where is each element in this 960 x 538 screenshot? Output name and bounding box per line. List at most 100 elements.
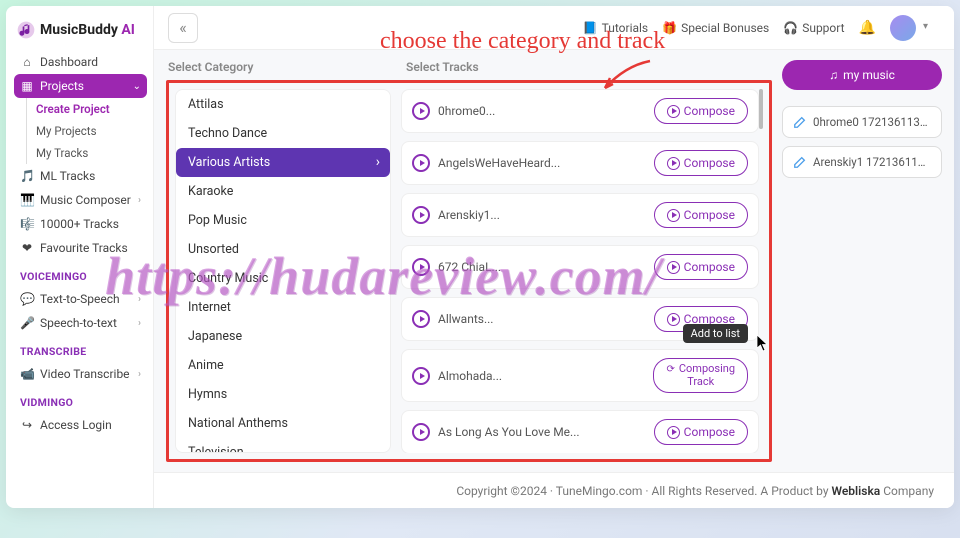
nav-ml-tracks[interactable]: 🎵 ML Tracks: [14, 164, 147, 188]
my-music-item[interactable]: 0hrome0 1721361133...: [782, 106, 942, 138]
nav-access-login[interactable]: ↪ Access Login: [14, 413, 147, 437]
compose-button[interactable]: Compose: [654, 419, 748, 445]
track-list[interactable]: 0hrome0... Compose AngelsWeHaveHeard... Com…: [401, 89, 763, 453]
tooltip-add-to-list: Add to list: [683, 324, 748, 343]
logo-icon: [16, 20, 36, 40]
button-label: Compose: [684, 208, 735, 222]
category-item[interactable]: Various Artists: [176, 148, 390, 177]
play-icon[interactable]: [412, 154, 430, 172]
category-item[interactable]: Japanese: [176, 322, 390, 351]
nav-my-projects[interactable]: My Projects: [36, 120, 147, 142]
nav-my-tracks[interactable]: My Tracks: [36, 142, 147, 164]
play-icon: [667, 261, 680, 274]
annotation-highlight-box: AttilasTechno DanceVarious ArtistsKaraok…: [166, 80, 772, 462]
nav-label: Access Login: [40, 418, 112, 432]
button-label: Compose: [684, 425, 735, 439]
login-icon: ↪: [20, 418, 34, 432]
play-icon[interactable]: [412, 102, 430, 120]
heart-icon: ❤: [20, 241, 34, 255]
my-music-item[interactable]: Arenskiy1 1721361136...: [782, 146, 942, 178]
gift-icon: 🎁: [662, 21, 677, 35]
heading-category: Select Category: [168, 60, 394, 74]
nav-label: Dashboard: [40, 55, 98, 69]
link-label: Special Bonuses: [681, 21, 769, 35]
chevron-right-icon: ›: [138, 294, 141, 305]
bonuses-link[interactable]: 🎁 Special Bonuses: [662, 21, 769, 35]
category-item[interactable]: Hymns: [176, 380, 390, 409]
compose-button[interactable]: Compose: [654, 150, 748, 176]
play-icon[interactable]: [412, 310, 430, 328]
category-item[interactable]: National Anthems: [176, 409, 390, 438]
track-name: 672 ChiaL...: [438, 260, 646, 274]
scrollbar-thumb[interactable]: [759, 89, 763, 129]
user-avatar-menu[interactable]: [890, 15, 916, 41]
link-label: Support: [802, 21, 844, 35]
chevron-right-icon: ›: [138, 318, 141, 329]
category-item[interactable]: Karaoke: [176, 177, 390, 206]
spinner-icon: ⟳: [666, 364, 674, 376]
track-name: Allwants...: [438, 312, 646, 326]
piano-icon: 🎹: [20, 193, 34, 207]
track-name: 0hrome0...: [438, 104, 646, 118]
chevron-double-left-icon: «: [179, 18, 187, 37]
play-icon[interactable]: [412, 206, 430, 224]
category-item[interactable]: Unsorted: [176, 235, 390, 264]
nav-create-project[interactable]: Create Project: [36, 98, 147, 120]
play-icon[interactable]: [412, 423, 430, 441]
compose-button[interactable]: ⟳ComposingTrack: [653, 358, 748, 393]
nav-video-transcribe[interactable]: 📹 Video Transcribe ›: [14, 362, 147, 386]
play-icon: [667, 105, 680, 118]
category-item[interactable]: Television: [176, 438, 390, 453]
bell-icon: 🔔: [859, 20, 876, 36]
category-item[interactable]: Techno Dance: [176, 119, 390, 148]
support-link[interactable]: 🎧 Support: [783, 21, 844, 35]
track-name: Almohada...: [438, 369, 645, 383]
category-list[interactable]: AttilasTechno DanceVarious ArtistsKaraok…: [175, 89, 391, 453]
sidebar: MusicBuddy AI ⌂ Dashboard ▦ Projects ⌄ C…: [6, 6, 154, 508]
track-name: AngelsWeHaveHeard...: [438, 156, 646, 170]
nav-favourite-tracks[interactable]: ❤ Favourite Tracks: [14, 236, 147, 260]
category-item[interactable]: Country Music: [176, 264, 390, 293]
footer-text: Copyright ©2024 · TuneMingo.com · All Ri…: [456, 484, 828, 498]
music-icon: ♫: [829, 68, 838, 82]
heading-tracks: Select Tracks: [406, 60, 770, 74]
play-icon[interactable]: [412, 258, 430, 276]
category-item[interactable]: Internet: [176, 293, 390, 322]
nav-dashboard[interactable]: ⌂ Dashboard: [14, 50, 147, 74]
topbar: « 📘 Tutorials 🎁 Special Bonuses 🎧 Suppor…: [154, 6, 954, 50]
tutorials-link[interactable]: 📘 Tutorials: [583, 21, 648, 35]
tracks-icon: 🎼: [20, 217, 34, 231]
nav-10000-tracks[interactable]: 🎼 10000+ Tracks: [14, 212, 147, 236]
notifications-button[interactable]: 🔔: [859, 20, 876, 36]
category-item[interactable]: Anime: [176, 351, 390, 380]
nav-projects[interactable]: ▦ Projects ⌄: [14, 74, 147, 98]
nav-stt[interactable]: 🎤 Speech-to-text ›: [14, 311, 147, 335]
content-left: Select Category Select Tracks AttilasTec…: [166, 60, 772, 462]
nav-tts[interactable]: 💬 Text-to-Speech ›: [14, 287, 147, 311]
sidebar-collapse-button[interactable]: «: [168, 13, 198, 43]
play-icon: [667, 157, 680, 170]
play-icon[interactable]: [412, 367, 430, 385]
category-item[interactable]: Attilas: [176, 90, 390, 119]
category-item[interactable]: Pop Music: [176, 206, 390, 235]
nav-label: 10000+ Tracks: [40, 217, 119, 231]
chevron-right-icon: ›: [138, 195, 141, 206]
nav-label: Video Transcribe: [40, 367, 130, 381]
compose-button[interactable]: Compose: [654, 98, 748, 124]
compose-button[interactable]: Compose: [654, 254, 748, 280]
content: Select Category Select Tracks AttilasTec…: [154, 50, 954, 472]
play-icon: [667, 209, 680, 222]
item-label: 0hrome0 1721361133...: [813, 115, 931, 129]
nav-projects-sub: Create Project My Projects My Tracks: [14, 98, 147, 164]
my-music-button[interactable]: ♫ my music: [782, 60, 942, 90]
nav-music-composer[interactable]: 🎹 Music Composer ›: [14, 188, 147, 212]
track-row: 0hrome0... Compose: [401, 89, 759, 133]
section-voicemingo: VOICEMINGO: [14, 260, 147, 287]
nav-label: Favourite Tracks: [40, 241, 128, 255]
music-note-icon: 🎵: [20, 169, 34, 183]
compose-button[interactable]: Compose: [654, 202, 748, 228]
section-transcribe: TRANSCRIBE: [14, 335, 147, 362]
footer-brand: Webliska: [832, 484, 881, 498]
track-row: As Long As You Love Me...Compose: [401, 410, 759, 453]
projects-icon: ▦: [20, 79, 34, 93]
